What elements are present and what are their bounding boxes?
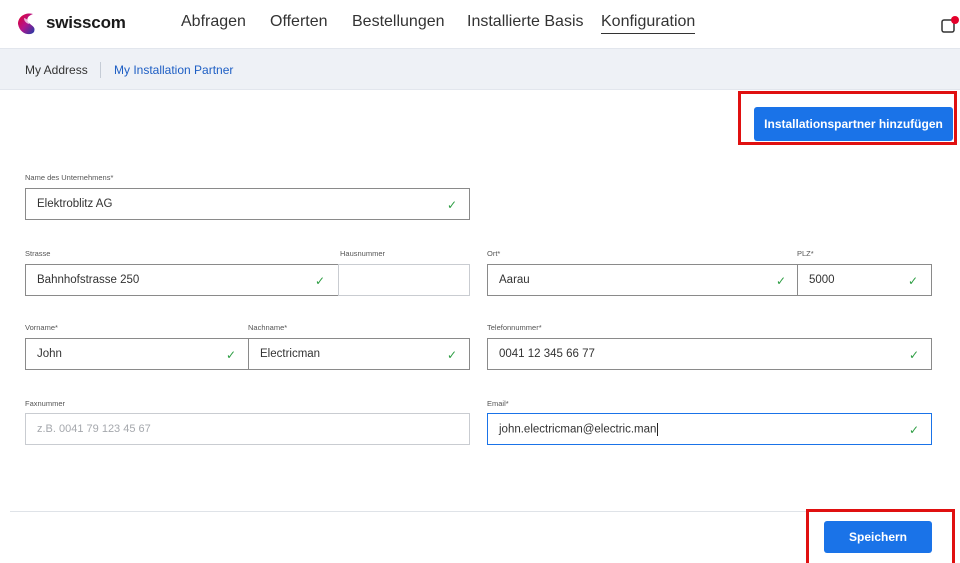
fax-placeholder: z.B. 0041 79 123 45 67 xyxy=(37,423,151,435)
top-navigation: swisscom Abfragen Offerten Bestellungen … xyxy=(0,0,960,48)
check-icon: ✓ xyxy=(909,423,920,437)
first-name-field[interactable]: John ✓ xyxy=(25,338,249,370)
add-installation-partner-button[interactable]: Installationspartner hinzufügen xyxy=(754,107,953,141)
house-number-label: Hausnummer xyxy=(340,249,386,258)
nav-item-abfragen[interactable]: Abfragen xyxy=(181,13,246,31)
last-name-field[interactable]: Electricman ✓ xyxy=(248,338,470,370)
fax-field[interactable]: z.B. 0041 79 123 45 67 xyxy=(25,413,470,445)
phone-label: Telefonnummer* xyxy=(487,323,542,332)
street-value: Bahnhofstrasse 250 xyxy=(37,274,140,286)
email-text: john.electricman@electric.man xyxy=(499,423,657,436)
last-name-label: Nachname* xyxy=(248,323,288,332)
nav-item-konfiguration[interactable]: Konfiguration xyxy=(601,13,696,34)
company-field[interactable]: Elektroblitz AG ✓ xyxy=(25,188,470,220)
nav-item-offerten[interactable]: Offerten xyxy=(270,13,328,31)
street-label: Strasse xyxy=(25,249,51,258)
first-name-label: Vorname* xyxy=(25,323,58,332)
house-number-field[interactable] xyxy=(338,264,470,296)
check-icon: ✓ xyxy=(776,274,787,288)
check-icon: ✓ xyxy=(909,348,920,362)
last-name-value: Electricman xyxy=(260,348,321,360)
tab-my-address[interactable]: My Address xyxy=(25,63,88,77)
zip-value: 5000 xyxy=(809,274,835,286)
tab-my-installation-partner[interactable]: My Installation Partner xyxy=(114,63,233,77)
brand-name: swisscom xyxy=(46,13,126,32)
zip-field[interactable]: 5000 ✓ xyxy=(797,264,932,296)
notification-icon[interactable] xyxy=(941,16,960,34)
swisscom-logo[interactable]: swisscom xyxy=(14,10,126,36)
email-label: Email* xyxy=(487,399,509,408)
check-icon: ✓ xyxy=(447,198,458,212)
company-value: Elektroblitz AG xyxy=(37,198,113,210)
swisscom-logo-icon xyxy=(18,13,35,35)
check-icon: ✓ xyxy=(315,274,326,288)
zip-label: PLZ* xyxy=(797,249,814,258)
phone-value: 0041 12 345 66 77 xyxy=(499,348,595,360)
nav-item-installierte-basis[interactable]: Installierte Basis xyxy=(467,13,584,31)
phone-field[interactable]: 0041 12 345 66 77 ✓ xyxy=(487,338,932,370)
check-icon: ✓ xyxy=(226,348,237,362)
city-label: Ort* xyxy=(487,249,501,258)
street-field[interactable]: Bahnhofstrasse 250 ✓ xyxy=(25,264,339,296)
check-icon: ✓ xyxy=(908,274,919,288)
check-icon: ✓ xyxy=(447,348,458,362)
company-label: Name des Unternehmens* xyxy=(25,173,114,182)
nav-item-bestellungen[interactable]: Bestellungen xyxy=(352,13,445,31)
save-button[interactable]: Speichern xyxy=(824,521,932,553)
email-value: john.electricman@electric.man xyxy=(499,423,659,436)
city-field[interactable]: Aarau ✓ xyxy=(487,264,798,296)
subnav-divider xyxy=(100,62,101,78)
city-value: Aarau xyxy=(499,274,530,286)
sub-navigation: My Address My Installation Partner xyxy=(0,48,960,90)
first-name-value: John xyxy=(37,348,62,360)
text-cursor xyxy=(657,423,659,436)
fax-label: Faxnummer xyxy=(25,399,66,408)
email-field[interactable]: john.electricman@electric.man ✓ xyxy=(487,413,932,445)
